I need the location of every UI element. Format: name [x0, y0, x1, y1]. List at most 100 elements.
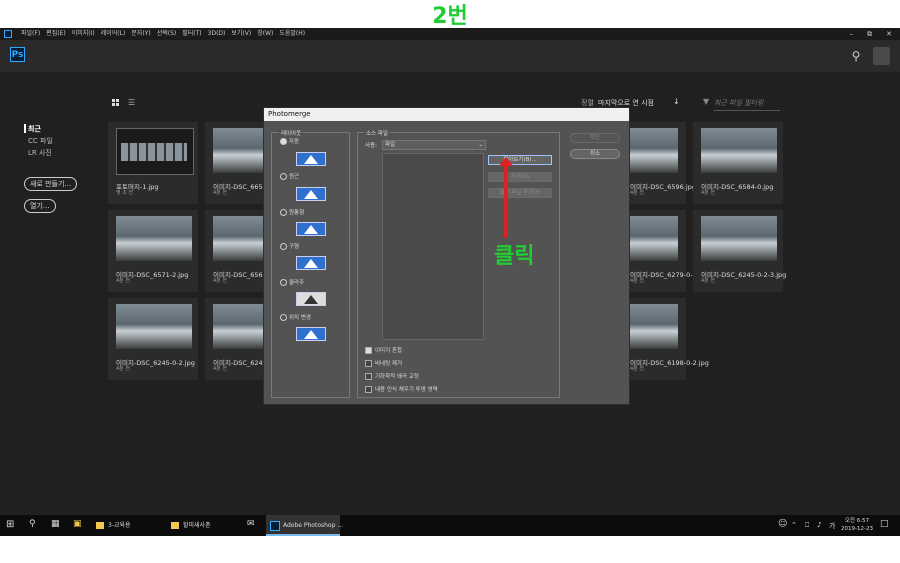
- clock[interactable]: 오전 6:57 2019-12-23: [840, 517, 874, 533]
- taskbar: ⊞ ⚲ ▦ ▣ 3-교육용 할미새사촌 ✉ Adobe Photoshop ..…: [0, 515, 900, 536]
- filter-input[interactable]: 최근 파일 필터링: [714, 98, 780, 111]
- store-icon[interactable]: ▣: [73, 519, 82, 529]
- taskbar-folder-2[interactable]: 할미새사촌: [171, 515, 211, 536]
- list-view-icon[interactable]: ☰: [128, 98, 135, 107]
- menu-layer[interactable]: 레이어(L): [101, 28, 126, 40]
- file-list[interactable]: [382, 153, 484, 340]
- recent-file-card[interactable]: 이미지-DSC_6562 4분 전: [205, 210, 267, 292]
- spherical-layout-icon: [296, 256, 326, 270]
- menu-edit[interactable]: 편집(E): [46, 28, 66, 40]
- annotation-arrowhead: [499, 157, 513, 166]
- taskbar-folder-1[interactable]: 3-교육용: [96, 515, 131, 536]
- layout-option-spherical[interactable]: 구형: [280, 242, 299, 250]
- people-icon[interactable]: ☺: [778, 519, 787, 529]
- recent-file-card[interactable]: 이미지-DSC_6198-0-2.jpg 4분 전: [630, 298, 709, 380]
- browse-button[interactable]: 찾아보기(B)...: [488, 155, 552, 165]
- dialog-title: Photomerge: [264, 108, 629, 121]
- ok-button[interactable]: 확인: [570, 133, 620, 143]
- recent-file-card[interactable]: 이미지-DSC_6584-0.jpg 4분 전: [693, 122, 783, 204]
- layout-option-auto[interactable]: 자동: [280, 137, 299, 145]
- grid-view-icon[interactable]: [112, 99, 119, 106]
- sidebar-item-recent[interactable]: 최근: [28, 124, 41, 134]
- ime-indicator[interactable]: 가: [829, 521, 835, 531]
- volume-icon[interactable]: ♪: [817, 521, 821, 529]
- task-view-icon[interactable]: ▦: [51, 519, 60, 529]
- mail-icon[interactable]: ✉: [247, 519, 255, 529]
- menu-filter[interactable]: 필터(T): [182, 28, 201, 40]
- filter-icon: ▼: [703, 97, 710, 106]
- collage-layout-icon: [296, 292, 326, 306]
- file-time: 4분 전: [701, 278, 715, 284]
- menu-window[interactable]: 창(W): [257, 28, 273, 40]
- recent-file-card[interactable]: 포토머지-1.jpg 몇 초 전: [108, 122, 198, 204]
- file-thumbnail: [116, 304, 192, 349]
- file-thumbnail: [213, 128, 263, 173]
- vignette-removal-checkbox[interactable]: 비네팅 제거: [365, 359, 402, 367]
- menu-view[interactable]: 보기(V): [231, 28, 251, 40]
- minimize-icon[interactable]: –: [850, 28, 854, 40]
- recent-file-card[interactable]: 이미지-DSC_6654 4분 전: [205, 122, 267, 204]
- search-icon[interactable]: ⚲: [29, 519, 36, 529]
- file-thumbnail: [630, 216, 678, 261]
- layout-option-perspective[interactable]: 원근: [280, 172, 299, 180]
- notification-icon[interactable]: □: [880, 519, 889, 529]
- file-time: 4분 전: [116, 278, 130, 284]
- sort-direction-icon[interactable]: ↓: [673, 97, 680, 106]
- sidebar-item-cc-files[interactable]: CC 파일: [28, 136, 53, 146]
- file-time: 4분 전: [630, 278, 644, 284]
- content-aware-fill-checkbox[interactable]: 내용 인식 채우기 투명 영역: [365, 385, 438, 393]
- sidebar-item-lr-photos[interactable]: LR 사진: [28, 148, 52, 158]
- recent-file-card[interactable]: 이미지-DSC_6245-0-2-3.jpg 4분 전: [693, 210, 786, 292]
- file-thumbnail: [116, 128, 194, 175]
- file-thumbnail: [630, 128, 678, 173]
- geometric-distortion-checkbox[interactable]: 기하학적 왜곡 교정: [365, 372, 419, 380]
- layout-label: 레이아웃: [279, 129, 304, 137]
- file-time: 몇 초 전: [116, 190, 133, 196]
- menu-select[interactable]: 선택(S): [157, 28, 177, 40]
- recent-file-card[interactable]: 이미지-DSC_6245 4분 전: [205, 298, 267, 380]
- file-time: 4분 전: [701, 190, 715, 196]
- network-icon[interactable]: ⎕: [805, 521, 809, 530]
- recent-file-card[interactable]: 이미지-DSC_6245-0-2.jpg 4분 전: [108, 298, 198, 380]
- annotation-arrow: [504, 164, 508, 238]
- search-icon[interactable]: ⚲: [848, 48, 864, 64]
- recent-file-card[interactable]: 이미지-DSC_6279-0-2-0.jpg 4분 전: [630, 210, 715, 292]
- close-icon[interactable]: ✕: [886, 28, 892, 40]
- clock-time: 오전 6:57: [844, 518, 870, 524]
- add-open-files-button[interactable]: 열린 파일 추가(F): [488, 188, 552, 198]
- layout-option-collage[interactable]: 콜라주: [280, 278, 304, 286]
- file-time: 4분 전: [213, 366, 227, 372]
- reposition-layout-icon: [296, 327, 326, 341]
- menu-type[interactable]: 문자(Y): [131, 28, 150, 40]
- recent-file-card[interactable]: 이미지-DSC_6571-2.jpg 4분 전: [108, 210, 198, 292]
- recent-file-card[interactable]: 이미지-DSC_6596.jpg 4분 전: [630, 122, 696, 204]
- cancel-button[interactable]: 취소: [570, 149, 620, 159]
- file-time: 4분 전: [630, 190, 644, 196]
- open-button[interactable]: 열기...: [24, 199, 56, 213]
- active-indicator: [24, 124, 26, 133]
- layout-option-cylindrical[interactable]: 원통형: [280, 208, 304, 216]
- file-thumbnail: [701, 216, 777, 261]
- use-label: 사용:: [365, 143, 377, 149]
- menu-help[interactable]: 도움말(H): [279, 28, 305, 40]
- menu-image[interactable]: 이미지(I): [72, 28, 95, 40]
- windows-start-icon[interactable]: ⊞: [6, 519, 14, 530]
- clock-date: 2019-12-23: [841, 526, 873, 532]
- remove-button[interactable]: 제거(R): [488, 172, 552, 182]
- file-time: 4분 전: [213, 190, 227, 196]
- blend-images-checkbox[interactable]: 이미지 혼합: [365, 346, 402, 354]
- file-time: 4분 전: [213, 278, 227, 284]
- file-thumbnail: [213, 304, 263, 349]
- menu-3d[interactable]: 3D(D): [208, 28, 226, 40]
- taskbar-photoshop[interactable]: Adobe Photoshop ...: [266, 515, 343, 536]
- use-dropdown[interactable]: 파일 ⌄: [382, 140, 486, 150]
- layout-option-reposition[interactable]: 위치 변경: [280, 313, 311, 321]
- menu-file[interactable]: 파일(F): [21, 28, 40, 40]
- restore-icon[interactable]: ⧉: [867, 28, 872, 40]
- step-annotation: 2번: [432, 4, 468, 29]
- source-files-label: 소스 파일: [364, 129, 390, 137]
- avatar[interactable]: [873, 47, 890, 65]
- file-thumbnail: [701, 128, 777, 173]
- new-button[interactable]: 새로 만들기...: [24, 177, 78, 191]
- tray-chevron-icon[interactable]: ⌃: [791, 521, 797, 529]
